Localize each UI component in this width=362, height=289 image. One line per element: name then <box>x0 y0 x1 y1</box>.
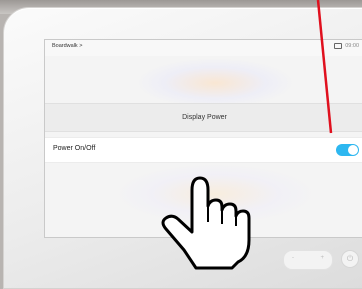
power-button[interactable]: ⏻ <box>341 250 359 268</box>
touch-screen: Boardwalk > 09:00 Display Power Power On… <box>44 39 362 238</box>
breadcrumb[interactable]: Boardwalk > <box>52 43 82 49</box>
display-icon <box>334 43 343 49</box>
volume-down-button[interactable]: - <box>292 255 294 261</box>
volume-control[interactable]: - + <box>283 250 333 270</box>
volume-up-button[interactable]: + <box>320 255 324 261</box>
status-area: 09:00 <box>334 43 359 49</box>
background-glow <box>135 58 295 108</box>
power-icon: ⏻ <box>346 254 354 263</box>
touch-panel-device: Boardwalk > 09:00 Display Power Power On… <box>3 7 362 289</box>
power-row[interactable]: Power On/Off <box>45 137 362 163</box>
power-toggle[interactable] <box>336 144 359 156</box>
toggle-knob <box>348 145 358 155</box>
background-glow-lower <box>115 164 315 224</box>
section-title: Display Power <box>45 103 362 132</box>
power-row-label: Power On/Off <box>53 145 96 152</box>
clock-time: 09:00 <box>345 43 359 49</box>
status-bar: Boardwalk > 09:00 <box>45 40 362 56</box>
section-title-label: Display Power <box>182 114 227 121</box>
